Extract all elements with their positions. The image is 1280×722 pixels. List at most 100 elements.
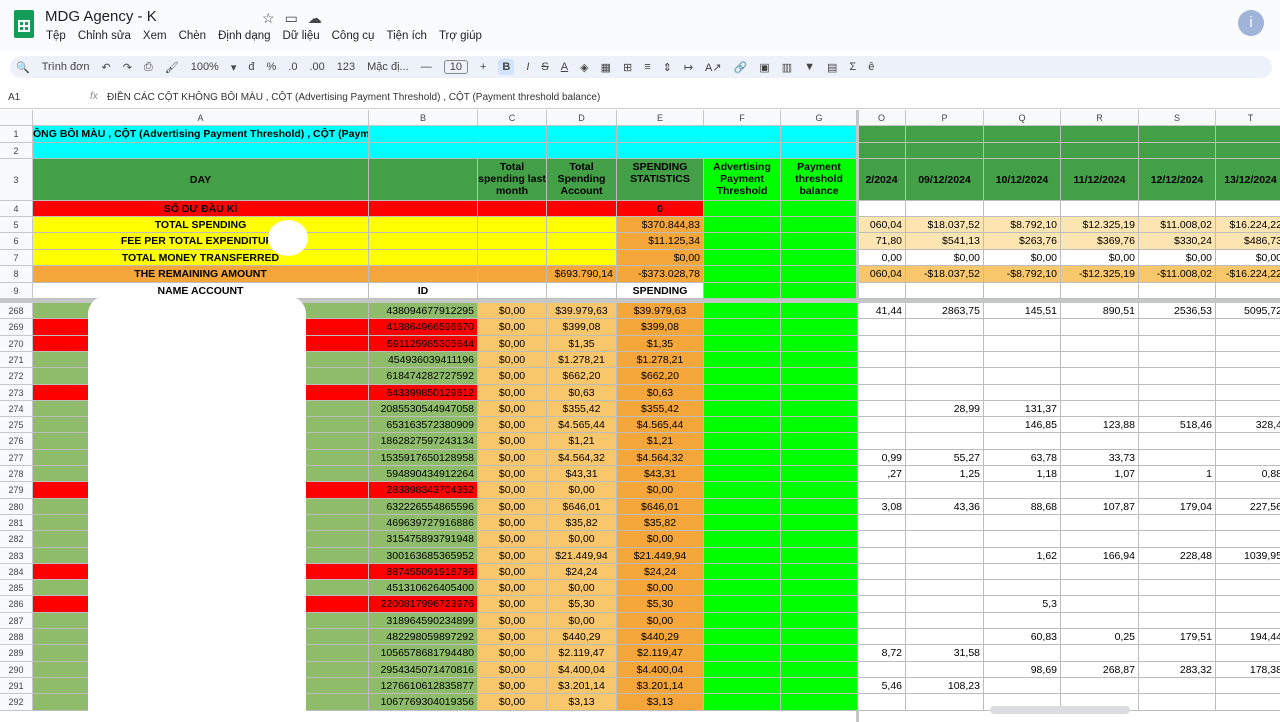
daily-spending-cell[interactable] — [1139, 515, 1216, 531]
threshold-cell[interactable] — [704, 629, 781, 645]
daily-spending-cell[interactable] — [906, 515, 984, 531]
daily-spending-cell[interactable]: 33,73 — [1061, 450, 1139, 466]
threshold-cell[interactable] — [704, 303, 781, 319]
text-rotation-icon[interactable]: A↗ — [705, 61, 722, 74]
daily-spending-cell[interactable] — [858, 515, 906, 531]
spending-statistics-cell[interactable]: $4.564,32 — [617, 450, 704, 466]
daily-spending-cell[interactable] — [1216, 401, 1280, 417]
daily-summary-value[interactable]: -$11.008,02 — [1139, 266, 1216, 283]
spending-statistics-cell[interactable]: $2.119,47 — [617, 645, 704, 662]
threshold-cell[interactable] — [704, 417, 781, 433]
threshold-balance-cell[interactable] — [781, 450, 858, 466]
daily-spending-cell[interactable] — [984, 352, 1061, 368]
opening-balance-label[interactable]: SỐ DƯ ĐẦU KÌ — [33, 201, 369, 217]
total-spending-cell[interactable]: $0,00 — [547, 580, 617, 596]
daily-spending-cell[interactable]: 1039,95 — [1216, 548, 1280, 564]
row-header[interactable]: 8 — [0, 266, 33, 283]
total-spending-cell[interactable]: $0,63 — [547, 385, 617, 401]
zoom-select[interactable]: 100% — [191, 61, 219, 73]
last-month-cell[interactable]: $0,00 — [478, 450, 547, 466]
daily-summary-value[interactable]: -$12.325,19 — [1061, 266, 1139, 283]
borders-icon[interactable]: ▦ — [601, 61, 611, 74]
daily-spending-cell[interactable] — [906, 629, 984, 645]
summary-value[interactable] — [547, 233, 617, 250]
daily-spending-cell[interactable]: 2536,53 — [1139, 303, 1216, 319]
row-header[interactable]: 3 — [0, 159, 33, 201]
last-month-cell[interactable]: $0,00 — [478, 596, 547, 613]
cell[interactable] — [617, 126, 704, 143]
account-id-cell[interactable]: 283898343704352 — [369, 482, 478, 499]
total-spending-cell[interactable]: $662,20 — [547, 368, 617, 385]
daily-spending-cell[interactable] — [1139, 596, 1216, 613]
daily-spending-cell[interactable]: 108,23 — [906, 678, 984, 694]
column-header-t[interactable]: T — [1216, 110, 1280, 126]
daily-spending-cell[interactable]: 1,07 — [1061, 466, 1139, 482]
increase-decimal-button[interactable]: .00 — [309, 61, 324, 73]
daily-spending-cell[interactable] — [984, 645, 1061, 662]
row-header[interactable]: 269 — [0, 319, 33, 336]
daily-spending-cell[interactable]: 123,88 — [1061, 417, 1139, 433]
daily-spending-cell[interactable] — [984, 368, 1061, 385]
threshold-balance-cell[interactable] — [781, 417, 858, 433]
total-spending-cell[interactable]: $4.564,32 — [547, 450, 617, 466]
last-month-cell[interactable]: $0,00 — [478, 515, 547, 531]
daily-summary-value[interactable]: $369,76 — [1061, 233, 1139, 250]
threshold-balance-cell[interactable] — [781, 548, 858, 564]
cell[interactable] — [369, 233, 478, 250]
cell[interactable] — [547, 143, 617, 159]
daily-spending-cell[interactable] — [984, 564, 1061, 580]
row-header[interactable]: 282 — [0, 531, 33, 548]
account-id-cell[interactable]: 2200817996723976 — [369, 596, 478, 613]
threshold-cell[interactable] — [704, 336, 781, 352]
daily-spending-cell[interactable]: 328,4 — [1216, 417, 1280, 433]
daily-spending-cell[interactable] — [1216, 450, 1280, 466]
daily-spending-cell[interactable] — [906, 694, 984, 711]
last-month-cell[interactable]: $0,00 — [478, 352, 547, 368]
cell[interactable] — [906, 201, 984, 217]
account-id-cell[interactable]: 1067769304019356 — [369, 694, 478, 711]
spending-statistics-cell[interactable]: $440,29 — [617, 629, 704, 645]
last-month-cell[interactable]: $0,00 — [478, 548, 547, 564]
summary-value[interactable]: $11.125,34 — [617, 233, 704, 250]
daily-summary-value[interactable]: 0,00 — [858, 250, 906, 266]
column-header-f[interactable]: F — [704, 110, 781, 126]
filter-icon[interactable]: ▼ — [804, 61, 815, 73]
cell[interactable] — [478, 201, 547, 217]
daily-summary-value[interactable]: $263,76 — [984, 233, 1061, 250]
daily-spending-cell[interactable] — [1216, 645, 1280, 662]
daily-spending-cell[interactable] — [1139, 613, 1216, 629]
last-month-cell[interactable]: $0,00 — [478, 531, 547, 548]
daily-summary-value[interactable]: $8.792,10 — [984, 217, 1061, 233]
threshold-balance-cell[interactable] — [781, 694, 858, 711]
threshold-cell[interactable] — [704, 385, 781, 401]
daily-spending-cell[interactable]: 5,3 — [984, 596, 1061, 613]
daily-spending-cell[interactable] — [984, 482, 1061, 499]
threshold-balance-cell[interactable] — [781, 629, 858, 645]
strikethrough-button[interactable]: S — [541, 61, 548, 73]
last-month-cell[interactable]: $0,00 — [478, 385, 547, 401]
chevron-down-icon[interactable]: ▾ — [231, 61, 237, 74]
print-icon[interactable]: ⎙ — [144, 61, 153, 74]
daily-spending-cell[interactable] — [1216, 482, 1280, 499]
daily-spending-cell[interactable] — [858, 662, 906, 678]
cell[interactable] — [478, 266, 547, 283]
threshold-balance-cell[interactable] — [781, 499, 858, 515]
summary-value[interactable]: -$373.028,78 — [617, 266, 704, 283]
daily-spending-cell[interactable] — [1061, 531, 1139, 548]
row-header[interactable]: 273 — [0, 385, 33, 401]
daily-spending-cell[interactable] — [906, 319, 984, 336]
row-header[interactable]: 289 — [0, 645, 33, 662]
total-spending-cell[interactable]: $0,00 — [547, 531, 617, 548]
daily-spending-cell[interactable] — [858, 613, 906, 629]
last-month-cell[interactable]: $0,00 — [478, 433, 547, 450]
currency-button[interactable]: đ — [248, 61, 254, 73]
daily-spending-cell[interactable] — [858, 694, 906, 711]
threshold-cell[interactable] — [704, 645, 781, 662]
daily-spending-cell[interactable] — [1061, 336, 1139, 352]
daily-summary-value[interactable]: $330,24 — [1139, 233, 1216, 250]
cell[interactable] — [858, 283, 906, 299]
cell[interactable] — [781, 201, 858, 217]
total-spending-cell[interactable]: $0,00 — [547, 613, 617, 629]
daily-spending-cell[interactable] — [1061, 368, 1139, 385]
total-spending-cell[interactable]: $5,30 — [547, 596, 617, 613]
